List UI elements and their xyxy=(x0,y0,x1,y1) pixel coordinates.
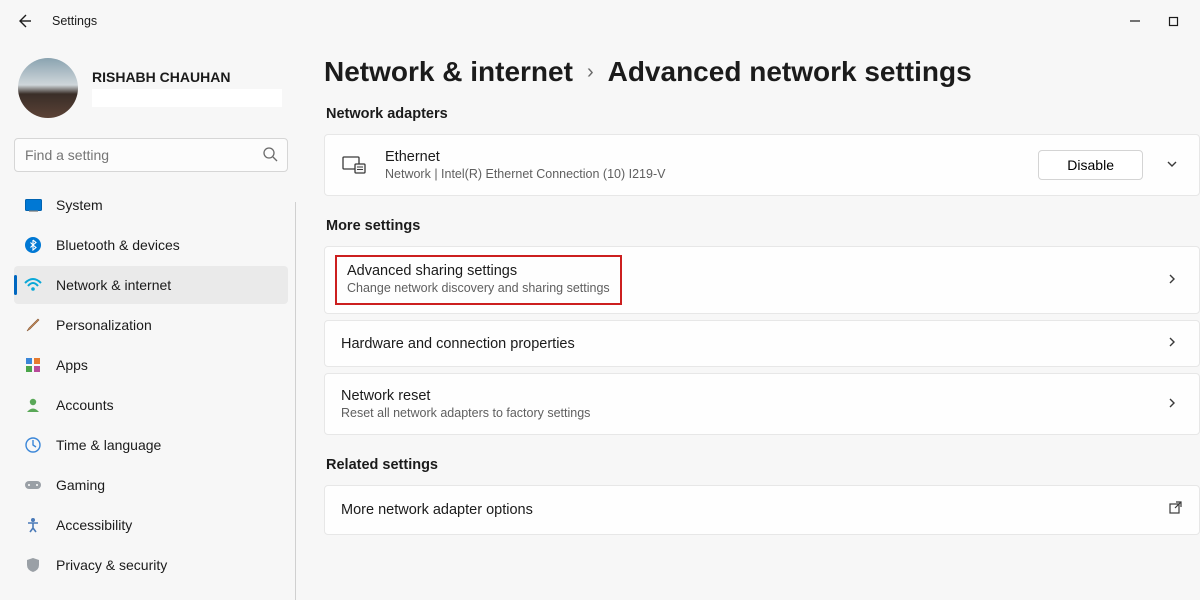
reset-subtitle: Reset all network adapters to factory se… xyxy=(341,406,1143,420)
sidebar-item-label: Personalization xyxy=(56,317,152,333)
profile-email-redacted xyxy=(92,89,282,107)
search-input[interactable] xyxy=(14,138,288,172)
section-title-related: Related settings xyxy=(326,457,1200,473)
breadcrumb-parent[interactable]: Network & internet xyxy=(324,56,573,88)
external-link-icon xyxy=(1168,500,1183,520)
ethernet-icon xyxy=(341,154,367,176)
ethernet-card[interactable]: Ethernet Network | Intel(R) Ethernet Con… xyxy=(324,134,1200,196)
chevron-right-icon xyxy=(1161,396,1183,413)
advanced-sharing-card[interactable]: Advanced sharing settings Change network… xyxy=(324,246,1200,314)
sidebar-item-label: Apps xyxy=(56,357,88,373)
person-icon xyxy=(24,396,42,414)
sidebar-item-label: System xyxy=(56,197,103,213)
sidebar-item-time-language[interactable]: Time & language xyxy=(14,426,288,464)
sidebar-divider xyxy=(295,202,296,600)
maximize-button[interactable] xyxy=(1166,14,1180,28)
section-title-adapters: Network adapters xyxy=(326,106,1200,122)
titlebar: Settings xyxy=(0,0,1200,42)
brush-icon xyxy=(24,316,42,334)
sidebar-item-label: Privacy & security xyxy=(56,557,167,573)
highlight-box: Advanced sharing settings Change network… xyxy=(335,255,622,305)
section-title-more: More settings xyxy=(326,218,1200,234)
profile-block[interactable]: RISHABH CHAUHAN xyxy=(14,52,288,130)
ethernet-title: Ethernet xyxy=(385,149,1020,165)
sidebar-item-label: Accounts xyxy=(56,397,114,413)
sidebar-item-label: Time & language xyxy=(56,437,161,453)
sidebar: RISHABH CHAUHAN System Bluetooth & devic… xyxy=(0,42,300,600)
hardware-properties-card[interactable]: Hardware and connection properties xyxy=(324,320,1200,367)
sidebar-item-label: Accessibility xyxy=(56,517,132,533)
breadcrumb: Network & internet › Advanced network se… xyxy=(324,56,1200,88)
sidebar-item-system[interactable]: System xyxy=(14,186,288,224)
sidebar-item-label: Gaming xyxy=(56,477,105,493)
sidebar-item-apps[interactable]: Apps xyxy=(14,346,288,384)
minimize-button[interactable] xyxy=(1128,14,1142,28)
sidebar-nav: System Bluetooth & devices Network & int… xyxy=(14,186,288,584)
back-button[interactable] xyxy=(6,3,42,39)
sidebar-item-accounts[interactable]: Accounts xyxy=(14,386,288,424)
advanced-sharing-subtitle: Change network discovery and sharing set… xyxy=(347,281,610,295)
chevron-right-icon xyxy=(1161,335,1183,352)
gamepad-icon xyxy=(24,476,42,494)
sidebar-item-privacy[interactable]: Privacy & security xyxy=(14,546,288,584)
hardware-title: Hardware and connection properties xyxy=(341,336,1143,352)
system-icon xyxy=(24,196,42,214)
sidebar-item-personalization[interactable]: Personalization xyxy=(14,306,288,344)
profile-name: RISHABH CHAUHAN xyxy=(92,69,282,85)
avatar xyxy=(18,58,78,118)
sidebar-item-label: Network & internet xyxy=(56,277,171,293)
globe-clock-icon xyxy=(24,436,42,454)
network-reset-card[interactable]: Network reset Reset all network adapters… xyxy=(324,373,1200,435)
ethernet-subtitle: Network | Intel(R) Ethernet Connection (… xyxy=(385,167,1020,181)
main-content: Network & internet › Advanced network se… xyxy=(300,42,1200,600)
chevron-right-icon xyxy=(1161,272,1183,289)
sidebar-item-network[interactable]: Network & internet xyxy=(14,266,288,304)
search-box[interactable] xyxy=(14,138,288,172)
chevron-right-icon: › xyxy=(587,61,594,84)
sidebar-item-label: Bluetooth & devices xyxy=(56,237,180,253)
sidebar-item-bluetooth[interactable]: Bluetooth & devices xyxy=(14,226,288,264)
adapter-options-title: More network adapter options xyxy=(341,502,1150,518)
wifi-icon xyxy=(24,276,42,294)
search-icon xyxy=(262,146,278,167)
accessibility-icon xyxy=(24,516,42,534)
bluetooth-icon xyxy=(24,236,42,254)
sidebar-item-accessibility[interactable]: Accessibility xyxy=(14,506,288,544)
sidebar-item-gaming[interactable]: Gaming xyxy=(14,466,288,504)
breadcrumb-current: Advanced network settings xyxy=(608,56,972,88)
window-title: Settings xyxy=(42,14,97,28)
disable-button[interactable]: Disable xyxy=(1038,150,1143,180)
chevron-down-icon[interactable] xyxy=(1161,157,1183,174)
reset-title: Network reset xyxy=(341,388,1143,404)
apps-icon xyxy=(24,356,42,374)
more-adapter-options-card[interactable]: More network adapter options xyxy=(324,485,1200,535)
advanced-sharing-title: Advanced sharing settings xyxy=(347,263,610,279)
shield-icon xyxy=(24,556,42,574)
